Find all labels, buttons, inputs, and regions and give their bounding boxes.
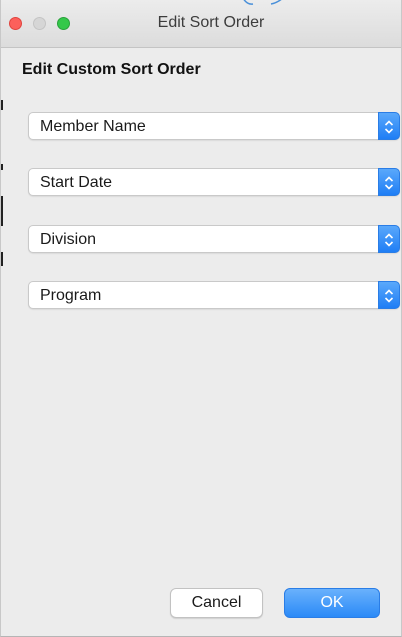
popup-arrows-icon[interactable] (378, 281, 400, 309)
ok-button[interactable]: OK (284, 588, 380, 618)
edge-mark (1, 164, 3, 170)
sort-field-value: Division (40, 231, 97, 248)
dialog-heading: Edit Custom Sort Order (22, 61, 201, 78)
edge-mark (1, 196, 3, 226)
sort-field-select-4[interactable]: Program (28, 281, 400, 309)
popup-arrows-icon[interactable] (378, 112, 400, 140)
sort-field-select-3[interactable]: Division (28, 225, 400, 253)
sort-field-value: Start Date (40, 174, 113, 191)
sort-field-select-1[interactable]: Member Name (28, 112, 400, 140)
cancel-button[interactable]: Cancel (170, 588, 263, 618)
edge-mark (1, 252, 3, 266)
edge-mark (1, 100, 3, 110)
sort-field-value: Program (40, 287, 102, 304)
background-arc-decoration (243, 0, 282, 5)
edit-sort-order-window: Edit Sort Order Edit Custom Sort Order M… (0, 0, 402, 637)
sort-field-select-2[interactable]: Start Date (28, 168, 400, 196)
popup-arrows-icon[interactable] (378, 225, 400, 253)
title-bar[interactable]: Edit Sort Order (1, 0, 401, 48)
popup-arrows-icon[interactable] (378, 168, 400, 196)
sort-field-value: Member Name (40, 118, 146, 135)
window-title: Edit Sort Order (157, 14, 265, 31)
